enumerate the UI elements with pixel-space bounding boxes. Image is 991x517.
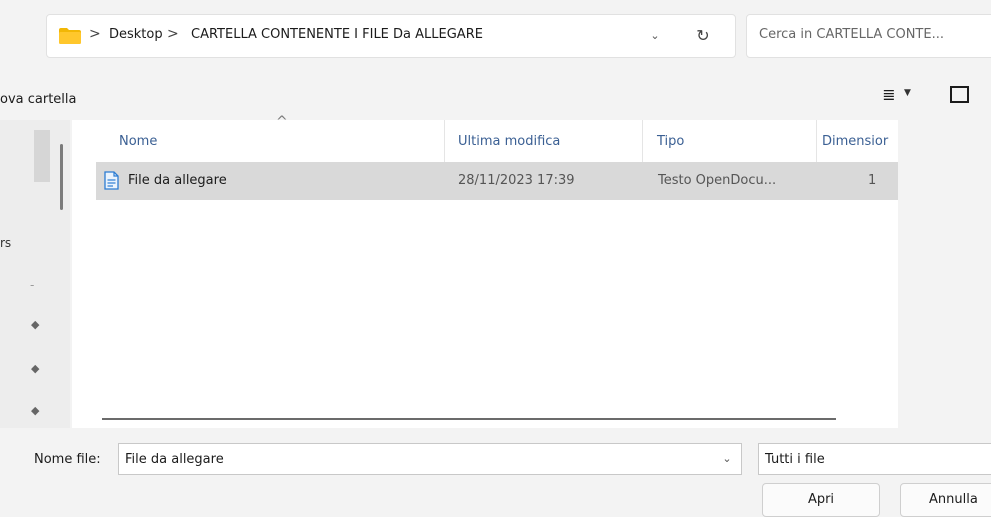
address-bar[interactable]: > Desktop > CARTELLA CONTENENTE I FILE D…: [46, 14, 736, 58]
nav-item-label[interactable]: rs: [0, 236, 11, 250]
horizontal-scrollbar[interactable]: [102, 418, 836, 420]
filename-value: File da allegare: [125, 452, 224, 467]
file-type: Testo OpenDocu...: [658, 173, 777, 188]
search-placeholder: Cerca in CARTELLA CONTE...: [759, 27, 944, 42]
column-header-name[interactable]: Nome: [119, 134, 157, 149]
breadcrumb-chevron-icon: >: [167, 26, 179, 42]
sort-ascending-icon: ^: [276, 114, 288, 130]
folder-icon: [59, 28, 81, 44]
filename-dropdown-icon[interactable]: ⌄: [715, 446, 739, 472]
new-folder-button[interactable]: ova cartella: [0, 92, 77, 107]
nav-selected-item[interactable]: [34, 130, 50, 182]
file-row[interactable]: File da allegare 28/11/2023 17:39 Testo …: [96, 162, 898, 200]
column-header-size[interactable]: Dimensior: [822, 134, 888, 149]
column-header-modified[interactable]: Ultima modifica: [458, 134, 560, 149]
column-divider[interactable]: [444, 120, 445, 162]
breadcrumb-current-folder[interactable]: CARTELLA CONTENENTE I FILE Da ALLEGARE: [191, 27, 483, 42]
address-history-dropdown-icon[interactable]: ⌄: [643, 23, 667, 49]
file-name: File da allegare: [128, 173, 227, 188]
file-modified: 28/11/2023 17:39: [458, 173, 575, 188]
preview-pane-icon[interactable]: [950, 86, 969, 103]
document-icon: [104, 171, 119, 190]
file-size: 1: [868, 173, 877, 188]
nav-scrollbar[interactable]: [60, 144, 63, 210]
filename-label: Nome file:: [34, 452, 101, 467]
search-input[interactable]: Cerca in CARTELLA CONTE...: [746, 14, 991, 58]
file-list[interactable]: ^ Nome Ultima modifica Tipo Dimensior Fi…: [72, 114, 898, 428]
breadcrumb-desktop[interactable]: Desktop: [109, 27, 163, 42]
breadcrumb-chevron-icon: >: [89, 26, 101, 42]
file-type-filter-value: Tutti i file: [765, 452, 825, 467]
pin-icon: ◆: [31, 362, 40, 375]
view-options-dropdown-icon[interactable]: ▼: [904, 88, 911, 98]
refresh-icon[interactable]: ↻: [689, 23, 717, 49]
column-divider[interactable]: [816, 120, 817, 162]
pin-icon: ◆: [31, 318, 40, 331]
navigation-pane[interactable]: rs - ◆ ◆ ◆: [0, 120, 70, 428]
pin-icon: ◆: [31, 404, 40, 417]
right-gutter: [898, 120, 991, 428]
column-divider[interactable]: [642, 120, 643, 162]
nav-item-label[interactable]: -: [30, 278, 34, 292]
file-type-filter-select[interactable]: Tutti i file: [758, 443, 991, 475]
column-header-type[interactable]: Tipo: [657, 134, 684, 149]
list-view-icon[interactable]: ≣: [878, 84, 900, 106]
filename-input[interactable]: File da allegare ⌄: [118, 443, 742, 475]
